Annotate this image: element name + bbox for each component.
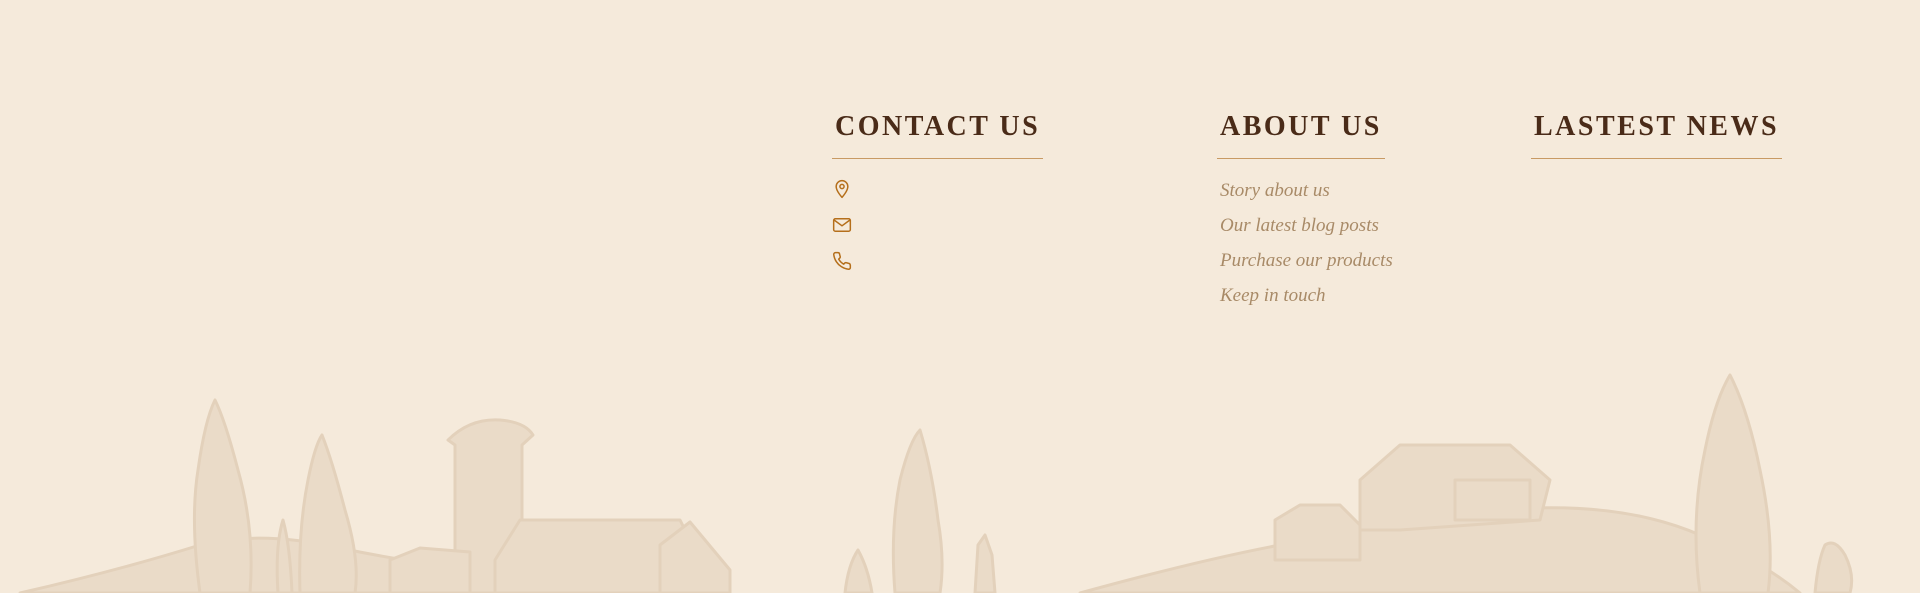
about-section: ABOUT US Story about us Our latest blog … [1217,110,1393,313]
about-link-products[interactable]: Purchase our products [1220,250,1393,271]
contact-item-email [832,207,1043,243]
map-pin-icon [832,179,852,199]
contact-heading: CONTACT US [832,110,1044,159]
about-links-list: Story about us Our latest blog posts Pur… [1217,173,1393,313]
news-section: LASTEST NEWS [1531,110,1783,159]
contact-section: CONTACT US [832,110,1044,279]
contact-list [832,171,1043,279]
countryside-illustration [18,373,1854,593]
news-heading: LASTEST NEWS [1531,110,1783,159]
mail-icon [832,215,852,235]
contact-item-phone [832,243,1043,279]
about-heading: ABOUT US [1217,110,1385,159]
about-link-blog[interactable]: Our latest blog posts [1220,215,1379,236]
contact-item-address [832,171,1043,207]
phone-icon [832,251,852,271]
about-link-story[interactable]: Story about us [1220,180,1330,201]
about-link-contact[interactable]: Keep in touch [1220,285,1326,306]
